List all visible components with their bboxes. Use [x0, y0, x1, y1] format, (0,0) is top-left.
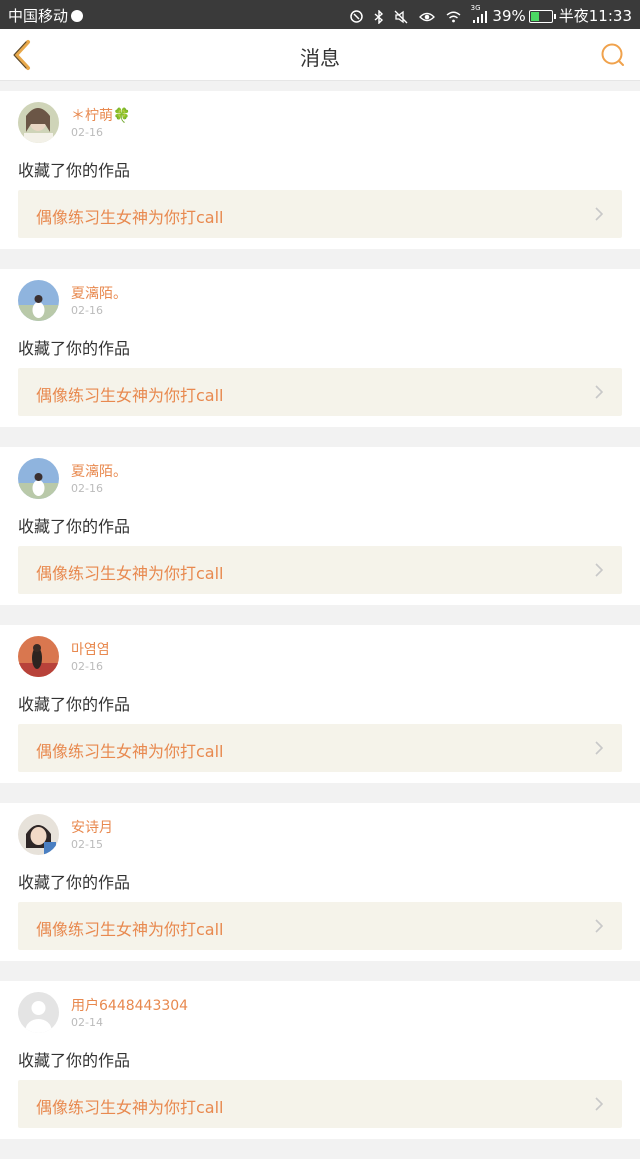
search-icon: [601, 43, 624, 66]
message-card: 用户6448443304 02-14 收藏了你的作品 偶像练习生女神为你打cal…: [0, 981, 640, 1139]
work-link[interactable]: 偶像练习生女神为你打call: [18, 902, 622, 950]
work-title: 偶像练习生女神为你打call: [36, 386, 224, 405]
work-link[interactable]: 偶像练习生女神为你打call: [18, 190, 622, 238]
message-date: 02-16: [71, 304, 103, 317]
action-text: 收藏了你的作品: [18, 339, 131, 358]
bluetooth-icon: [374, 9, 384, 24]
avatar[interactable]: [18, 814, 59, 855]
action-text: 收藏了你的作品: [18, 695, 131, 714]
battery-icon: [528, 10, 556, 23]
message-date: 02-16: [71, 126, 103, 139]
wifi-icon: [446, 11, 461, 23]
message-card: 마염염 02-16 收藏了你的作品 偶像练习生女神为你打call: [0, 625, 640, 783]
message-card: 安诗月 02-15 收藏了你的作品 偶像练习生女神为你打call: [0, 803, 640, 961]
status-bar: 中国移动 3G 39% 半夜11:33: [0, 0, 640, 29]
avatar[interactable]: [18, 102, 59, 143]
avatar[interactable]: [18, 992, 59, 1033]
message-list: ＊柠萌🍀 02-16 收藏了你的作品 偶像练习生女神为你打call 夏漓陌。 0…: [0, 91, 640, 1159]
message-date: 02-16: [71, 660, 103, 673]
message-card: 夏漓陌。 02-16 收藏了你的作品 偶像练习生女神为你打call: [0, 447, 640, 605]
nfc-icon: [349, 10, 363, 23]
message-date: 02-15: [71, 838, 103, 851]
username[interactable]: 마염염: [71, 639, 110, 659]
chevron-right-icon: [595, 1097, 604, 1111]
chevron-right-icon: [595, 207, 604, 221]
mute-icon: [394, 10, 408, 24]
username[interactable]: ＊柠萌🍀: [71, 105, 130, 125]
work-link[interactable]: 偶像练习生女神为你打call: [18, 724, 622, 772]
clock: 半夜11:33: [558, 7, 632, 25]
top-nav: 消息: [0, 29, 640, 81]
action-text: 收藏了你的作品: [18, 873, 131, 892]
message-date: 02-16: [71, 482, 103, 495]
search-button[interactable]: [600, 42, 626, 68]
work-title: 偶像练习生女神为你打call: [36, 920, 224, 939]
work-title: 偶像练习生女神为你打call: [36, 208, 224, 227]
signal-icon: 3G: [471, 4, 488, 23]
work-title: 偶像练习生女神为你打call: [36, 1098, 224, 1117]
message-card: ＊柠萌🍀 02-16 收藏了你的作品 偶像练习生女神为你打call: [0, 91, 640, 249]
chevron-right-icon: [595, 741, 604, 755]
message-date: 02-14: [71, 1016, 103, 1029]
avatar[interactable]: [18, 280, 59, 321]
eye-icon: [419, 11, 435, 23]
work-title: 偶像练习生女神为你打call: [36, 564, 224, 583]
page-title: 消息: [300, 46, 340, 70]
action-text: 收藏了你的作品: [18, 517, 131, 536]
work-link[interactable]: 偶像练习生女神为你打call: [18, 546, 622, 594]
chevron-right-icon: [595, 563, 604, 577]
work-title: 偶像练习生女神为你打call: [36, 742, 224, 761]
message-card: 夏漓陌。 02-16 收藏了你的作品 偶像练习生女神为你打call: [0, 269, 640, 427]
battery-percent: 39%: [492, 7, 526, 25]
avatar[interactable]: [18, 636, 59, 677]
username[interactable]: 夏漓陌。: [71, 283, 127, 303]
work-link[interactable]: 偶像练习生女神为你打call: [18, 368, 622, 416]
network-label: 3G: [470, 4, 481, 12]
action-text: 收藏了你的作品: [18, 161, 131, 180]
data-globe-icon: [71, 10, 84, 22]
username[interactable]: 夏漓陌。: [71, 461, 127, 481]
username[interactable]: 安诗月: [71, 817, 113, 837]
action-text: 收藏了你的作品: [18, 1051, 131, 1070]
username[interactable]: 用户6448443304: [71, 995, 188, 1015]
chevron-right-icon: [595, 919, 604, 933]
avatar[interactable]: [18, 458, 59, 499]
carrier-label: 中国移动: [8, 7, 69, 25]
work-link[interactable]: 偶像练习生女神为你打call: [18, 1080, 622, 1128]
chevron-right-icon: [595, 385, 604, 399]
